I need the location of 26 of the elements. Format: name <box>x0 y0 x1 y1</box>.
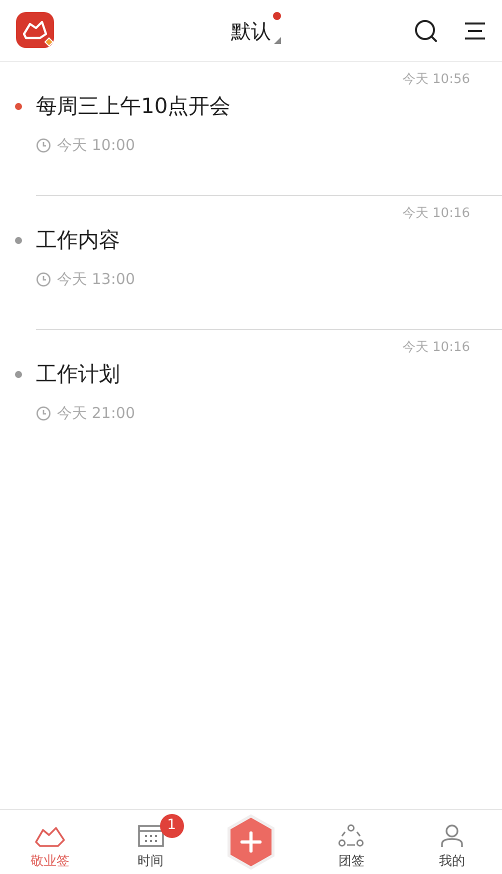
note-title[interactable]: 每周三上午10点开会 <box>36 91 231 123</box>
reminder-time: 今天 13:00 <box>57 269 135 290</box>
dropdown-corner-icon <box>274 37 281 44</box>
clock-icon <box>36 138 51 153</box>
created-time: 今天 10:16 <box>402 205 470 223</box>
note-title[interactable]: 工作内容 <box>36 225 120 257</box>
add-button[interactable] <box>226 814 276 870</box>
count-badge: 1 <box>160 814 184 838</box>
tab[interactable]: 我的 <box>402 810 502 874</box>
app-logo-icon[interactable] <box>16 12 56 50</box>
search-icon[interactable] <box>414 18 438 42</box>
created-time: 今天 10:16 <box>402 339 470 357</box>
tab[interactable]: 敬业签 <box>0 810 100 874</box>
clock-icon <box>36 406 51 421</box>
note-title[interactable]: 工作计划 <box>36 359 120 391</box>
reminder-time: 今天 21:00 <box>57 403 135 424</box>
tab[interactable]: 1 时间 <box>100 810 201 874</box>
created-time: 今天 10:56 <box>402 71 470 89</box>
calendar-icon <box>138 824 164 848</box>
reminder-time: 今天 10:00 <box>57 135 135 156</box>
tab[interactable]: 团签 <box>301 810 402 874</box>
team-icon <box>338 824 364 848</box>
notebook-title[interactable]: 默认 <box>231 16 271 46</box>
menu-icon[interactable] <box>464 22 486 40</box>
clock-icon <box>36 272 51 287</box>
person-icon <box>440 824 464 848</box>
